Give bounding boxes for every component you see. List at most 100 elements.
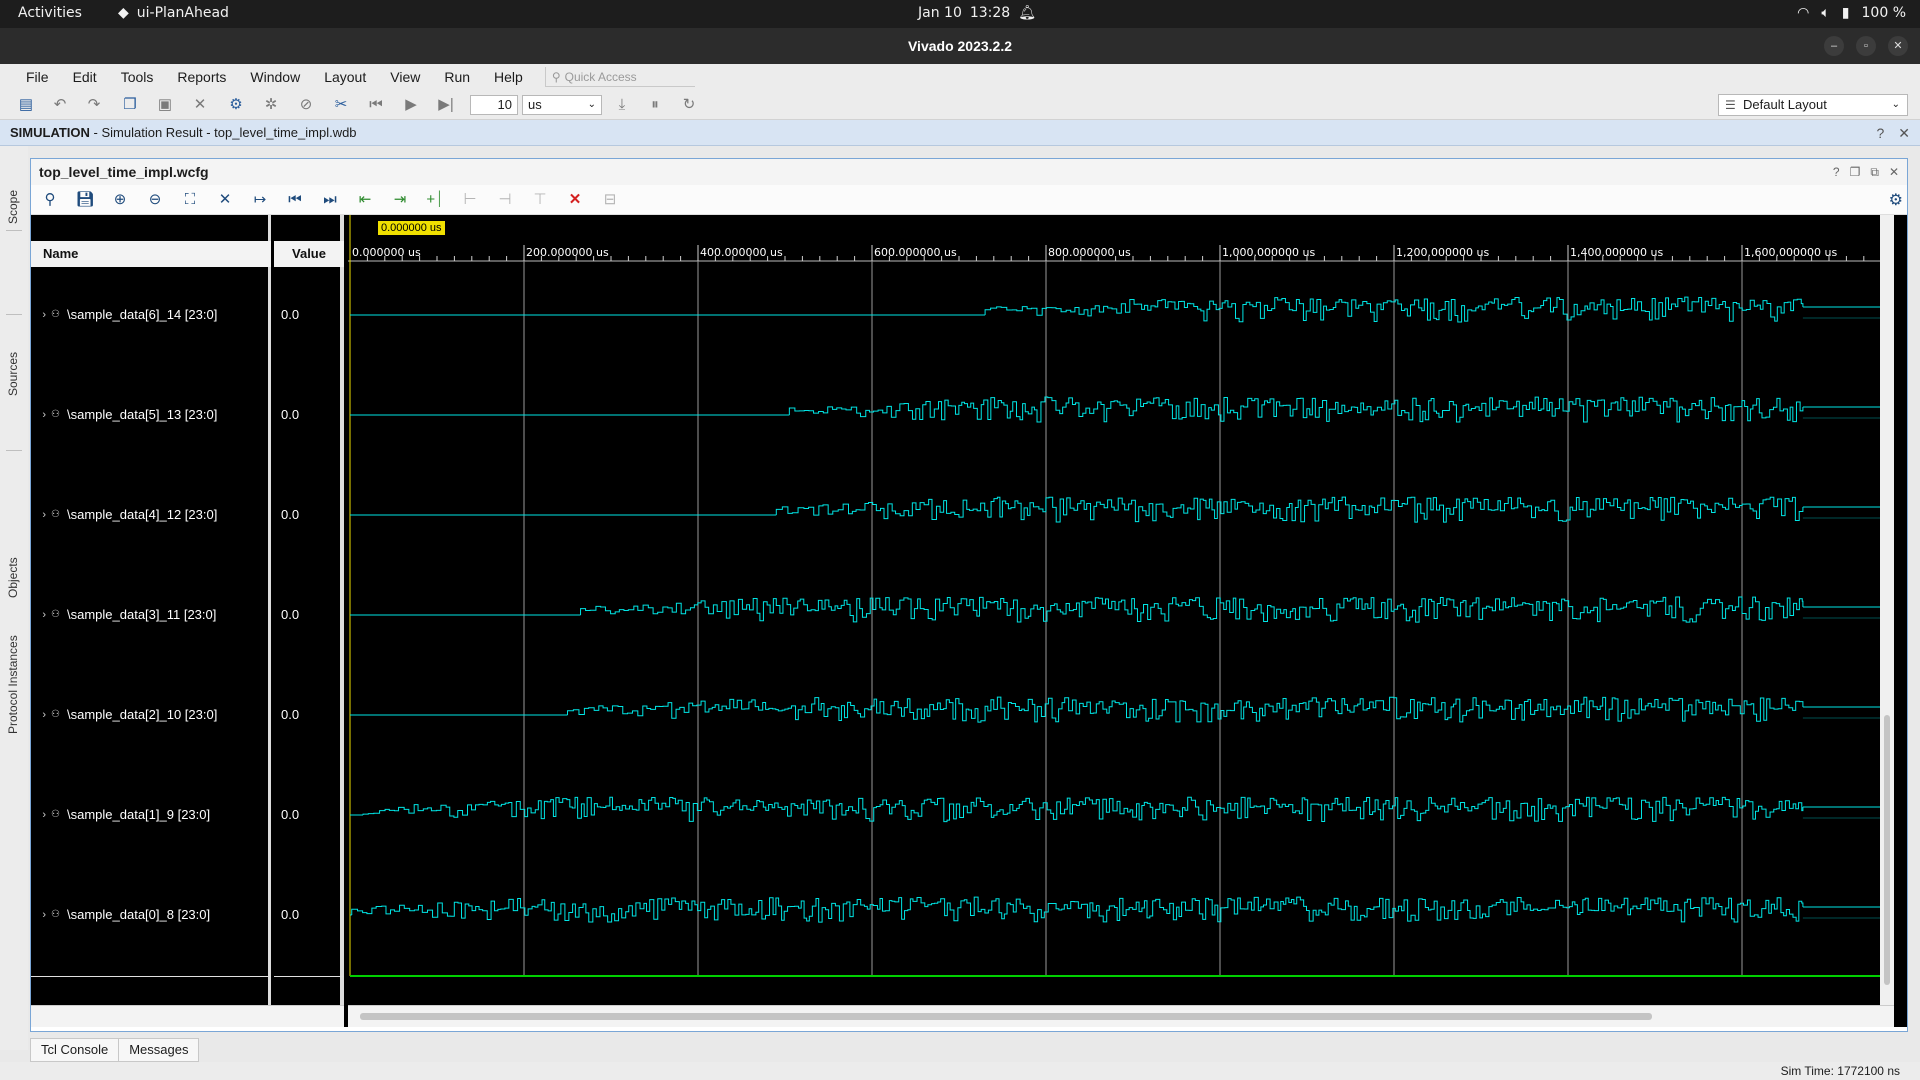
menu-reports[interactable]: Reports xyxy=(165,69,238,85)
system-tray[interactable]: ◠ 🔈︎ ▮ 100 % xyxy=(1797,5,1906,21)
signal-row[interactable]: › ⚇ \sample_data[3]_11 [23:0] xyxy=(31,605,271,625)
signal-name: \sample_data[2]_10 [23:0] xyxy=(67,707,218,722)
signal-name: \sample_data[4]_12 [23:0] xyxy=(67,507,218,522)
signal-names-pane: Name › ⚇ \sample_data[6]_14 [23:0] › ⚇ \samp… xyxy=(31,215,271,1027)
run-time-input[interactable]: 10 xyxy=(470,95,518,115)
gear-icon[interactable]: ⚙ xyxy=(1889,190,1903,210)
help-icon[interactable]: ? xyxy=(1833,159,1840,185)
value-column-header[interactable]: Value xyxy=(274,241,344,267)
search-icon[interactable]: ⚲ xyxy=(39,190,61,210)
go-to-cursor-icon[interactable]: ↦ xyxy=(249,190,271,210)
next-transition-icon[interactable]: ⇥ xyxy=(389,190,411,210)
route-icon[interactable]: ⊘ xyxy=(296,95,316,115)
cursor-time-label[interactable]: 0.000000 us xyxy=(378,221,445,235)
delete-icon[interactable]: ✕ xyxy=(190,95,210,115)
menu-help[interactable]: Help xyxy=(482,69,535,85)
layout-select[interactable]: ☰ Default Layout ⌄ xyxy=(1718,94,1908,116)
signal-row[interactable]: › ⚇ \sample_data[4]_12 [23:0] xyxy=(31,505,271,525)
layout-select-value: Default Layout xyxy=(1743,97,1827,112)
menu-window[interactable]: Window xyxy=(238,69,312,85)
signal-row[interactable]: › ⚇ \sample_data[5]_13 [23:0] xyxy=(31,405,271,425)
redo-icon[interactable]: ↷ xyxy=(84,95,104,115)
maximize-button[interactable]: ▫ xyxy=(1856,36,1876,56)
disconnect-icon[interactable]: ✂ xyxy=(331,95,351,115)
signal-name: \sample_data[0]_8 [23:0] xyxy=(67,907,211,922)
clock[interactable]: Jan 10 13:28 🔔︎ xyxy=(918,5,1036,21)
chevron-down-icon: ⌄ xyxy=(587,99,596,110)
zoom-to-cursor-icon[interactable]: ✕ xyxy=(214,190,236,210)
save-icon[interactable]: 💾︎ xyxy=(74,190,96,210)
zoom-out-icon[interactable]: ⊖ xyxy=(144,190,166,210)
auto-connect-icon[interactable]: ✲ xyxy=(261,95,281,115)
signal-row[interactable]: › ⚇ \sample_data[2]_10 [23:0] xyxy=(31,705,271,725)
activities-button[interactable]: Activities xyxy=(18,5,82,21)
run-all-icon[interactable]: ▶ xyxy=(401,95,421,115)
waveform-plot[interactable]: 0.000000 us 200.000000 us 400.000000 us 600… xyxy=(348,215,1894,1027)
tab-scope[interactable]: Scope xyxy=(0,150,26,224)
expand-icon[interactable]: › xyxy=(31,505,51,525)
run-time-unit-select[interactable]: us ⌄ xyxy=(522,95,602,115)
next-marker-icon[interactable]: ⊣ xyxy=(494,190,516,210)
signal-trace-active xyxy=(788,396,1804,423)
menu-run[interactable]: Run xyxy=(432,69,482,85)
previous-marker-icon[interactable]: ⊢ xyxy=(459,190,481,210)
float-icon[interactable]: ⧉ xyxy=(1870,159,1879,185)
menu-file[interactable]: File xyxy=(14,69,61,85)
expand-icon[interactable]: › xyxy=(31,305,51,325)
time-tick-label: 400.000000 us xyxy=(700,246,783,259)
menu-edit[interactable]: Edit xyxy=(61,69,109,85)
wave-horizontal-scrollbar[interactable] xyxy=(348,1005,1894,1027)
close-icon[interactable]: ✕ xyxy=(1898,120,1910,146)
restart-icon[interactable]: ⏮ xyxy=(366,95,386,115)
snap-to-transition-icon[interactable]: ⊟ xyxy=(599,190,621,210)
signal-row[interactable]: › ⚇ \sample_data[1]_9 [23:0] xyxy=(31,805,271,825)
go-to-end-icon[interactable]: ⏭ xyxy=(319,190,341,210)
tab-sources[interactable]: Sources xyxy=(0,242,26,396)
clock-date: Jan 10 xyxy=(918,5,962,21)
close-icon[interactable]: ✕ xyxy=(1889,159,1899,185)
tab-protocol-instances[interactable]: Protocol Instances xyxy=(0,464,26,734)
menu-tools[interactable]: Tools xyxy=(109,69,166,85)
pause-icon[interactable]: ⏸ xyxy=(645,95,665,115)
go-to-start-icon[interactable]: ⏮ xyxy=(284,190,306,210)
restore-icon[interactable]: ❐ xyxy=(1850,159,1861,185)
settings-icon[interactable]: ⚙ xyxy=(226,95,246,115)
signal-value: 0.0 xyxy=(281,807,300,822)
swap-cursors-icon[interactable]: ⊤ xyxy=(529,190,551,210)
delete-markers-icon[interactable]: ✕ xyxy=(564,190,586,210)
app-menu[interactable]: ◆ ui-PlanAhead xyxy=(118,5,229,21)
menu-layout[interactable]: Layout xyxy=(312,69,378,85)
window-titlebar: Vivado 2023.2.2 – ▫ ✕ xyxy=(0,28,1920,64)
step-icon[interactable]: ⤓ xyxy=(612,95,632,115)
zoom-fit-icon[interactable]: ⛶ xyxy=(179,190,201,210)
menu-view[interactable]: View xyxy=(378,69,432,85)
waveform-canvas[interactable]: 0.000000 us 200.000000 us 400.000000 us 600… xyxy=(348,215,1894,1027)
signal-row[interactable]: › ⚇ \sample_data[0]_8 [23:0] xyxy=(31,905,271,925)
expand-icon[interactable]: › xyxy=(31,605,51,625)
signal-name: \sample_data[3]_11 [23:0] xyxy=(67,607,217,622)
signal-row[interactable]: › ⚇ \sample_data[6]_14 [23:0] xyxy=(31,305,271,325)
expand-icon[interactable]: › xyxy=(31,405,51,425)
expand-icon[interactable]: › xyxy=(31,805,51,825)
tab-messages[interactable]: Messages xyxy=(118,1038,200,1062)
minimize-button[interactable]: – xyxy=(1824,36,1844,56)
quick-access-field[interactable]: ⚲ Quick Access xyxy=(544,67,695,87)
expand-icon[interactable]: › xyxy=(31,905,51,925)
tab-tcl-console[interactable]: Tcl Console xyxy=(30,1038,120,1062)
copy-icon[interactable]: ❐ xyxy=(120,95,140,115)
expand-icon[interactable]: › xyxy=(31,705,51,725)
relaunch-icon[interactable]: ↻ xyxy=(679,95,699,115)
run-for-icon[interactable]: ▶︎| xyxy=(436,95,456,115)
close-window-button[interactable]: ✕ xyxy=(1888,36,1908,56)
undo-icon[interactable]: ↶ xyxy=(50,95,70,115)
names-horizontal-scrollbar[interactable] xyxy=(31,1005,344,1027)
paste-icon[interactable]: ▣ xyxy=(155,95,175,115)
open-project-icon[interactable]: ▤ xyxy=(16,95,36,115)
add-marker-icon[interactable]: +⏐ xyxy=(424,190,446,210)
zoom-in-icon[interactable]: ⊕ xyxy=(109,190,131,210)
name-column-header[interactable]: Name xyxy=(31,241,271,267)
wave-body: Name › ⚇ \sample_data[6]_14 [23:0] › ⚇ \samp… xyxy=(31,215,1907,1027)
help-icon[interactable]: ? xyxy=(1876,120,1884,146)
previous-transition-icon[interactable]: ⇤ xyxy=(354,190,376,210)
vertical-scrollbar[interactable] xyxy=(1880,215,1894,1005)
